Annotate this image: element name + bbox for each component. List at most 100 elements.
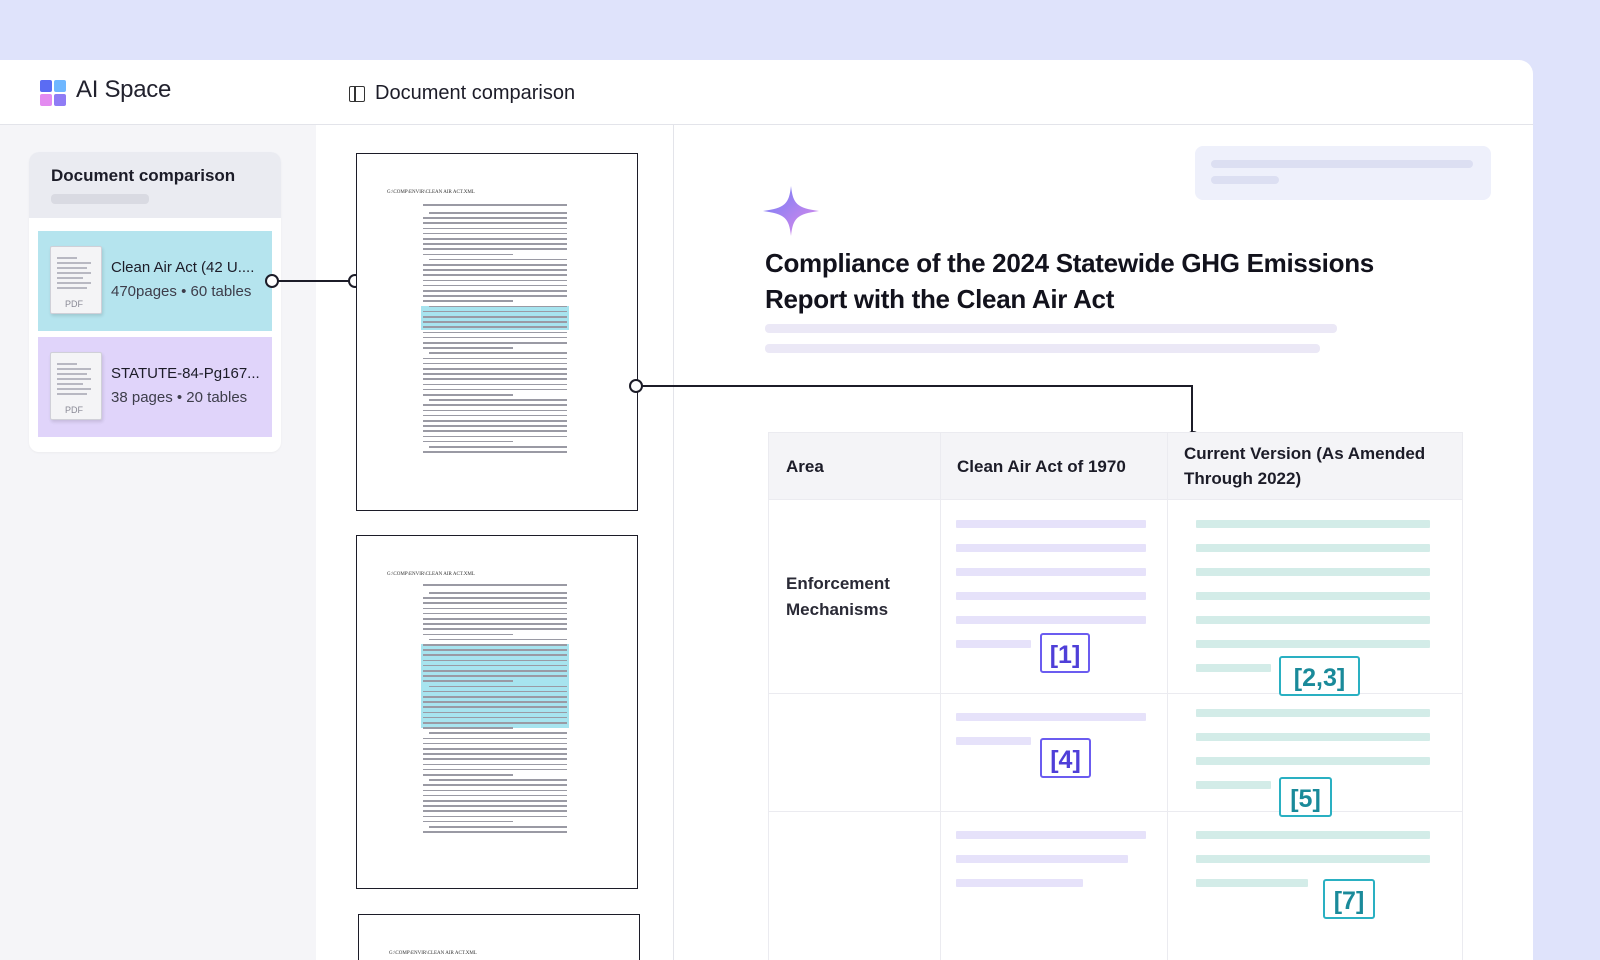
page-text-line	[423, 675, 567, 677]
page-text-line	[423, 815, 567, 818]
page-text-line	[423, 248, 567, 250]
page-text-line	[429, 305, 567, 308]
placeholder-line	[765, 344, 1320, 353]
page-text-line	[423, 321, 567, 323]
page-text-line	[423, 222, 567, 224]
page-text-line	[423, 217, 567, 219]
page-text-line	[423, 701, 567, 703]
page-text-line	[423, 425, 567, 427]
pdf-file-icon: PDF	[50, 352, 102, 420]
page-text-line	[423, 784, 567, 786]
connector-dot	[265, 274, 279, 288]
page-text-line	[423, 284, 567, 287]
page-text-line	[423, 774, 513, 776]
row-separator	[769, 811, 1462, 812]
citation-5[interactable]: [5]	[1279, 777, 1332, 817]
page-text-line	[423, 243, 567, 245]
page-text-line	[423, 800, 567, 802]
page-text-line	[423, 644, 567, 646]
file-meta: 470pages • 60 tables	[111, 283, 252, 300]
comparison-card-header: Document comparison	[29, 152, 281, 218]
file-item-clean-air-act[interactable]: PDF Clean Air Act (42 U.... 470pages • 6…	[38, 231, 272, 331]
citation-7[interactable]: [7]	[1323, 879, 1375, 919]
placeholder-line	[51, 194, 149, 204]
page-text-line	[423, 409, 567, 412]
page-text-line	[429, 399, 567, 401]
page-text-line	[423, 716, 567, 719]
page-text-line	[429, 638, 567, 641]
citation-2-3[interactable]: [2,3]	[1279, 656, 1360, 696]
citation-4[interactable]: [4]	[1040, 738, 1091, 778]
row-label-enforcement: Enforcement Mechanisms	[786, 574, 890, 619]
page-text-line	[423, 654, 567, 656]
page-text-line	[423, 763, 567, 766]
page-text-line	[423, 420, 567, 422]
page-text-line	[423, 238, 567, 240]
connector-line	[1191, 385, 1193, 437]
document-page-thumbnail[interactable]: G:\COMP\ENVIR\CLEAN AIR ACT.XML	[356, 153, 638, 511]
report-title: Compliance of the 2024 Statewide GHG Emi…	[765, 248, 1374, 314]
page-title: Document comparison	[375, 82, 576, 104]
page-text-line	[423, 232, 567, 235]
citation-1[interactable]: [1]	[1040, 633, 1090, 673]
page-text-line	[423, 394, 513, 396]
page-text-line	[423, 737, 567, 740]
brand-name: AI Space	[76, 76, 171, 103]
page-text-line	[423, 342, 567, 344]
column-divider	[673, 124, 674, 960]
page-text-line	[423, 362, 567, 365]
column-header-current: Current Version (As Amended Through 2022…	[1184, 444, 1426, 488]
page-text-line	[423, 820, 513, 823]
comparison-table: Area Clean Air Act of 1970 Current Versi…	[768, 432, 1463, 960]
page-text-line	[423, 711, 567, 714]
page-text-line	[429, 592, 567, 594]
page-text-line	[423, 378, 567, 380]
page-text-line	[423, 388, 567, 391]
document-page-thumbnail[interactable]: G:\COMP\ENVIR\CLEAN AIR ACT.XML	[356, 535, 638, 889]
document-page-thumbnail[interactable]: G:\COMP\ENVIR\CLEAN AIR ACT.XML	[358, 914, 640, 960]
connector-line	[278, 280, 356, 282]
connector-line	[640, 385, 1193, 387]
page-text-line	[423, 414, 567, 417]
page-text-line	[429, 826, 567, 828]
page-text-line	[423, 612, 567, 615]
page-text-line	[423, 451, 567, 453]
page-text-line	[423, 404, 567, 406]
page-text-line	[429, 352, 567, 354]
placeholder-badge	[1195, 146, 1491, 200]
page-text-line	[423, 706, 567, 708]
page-text-line	[423, 368, 567, 370]
page-text-line	[423, 618, 567, 620]
page-text-line	[423, 696, 567, 698]
connector-dot	[629, 379, 643, 393]
column-header-area: Area	[786, 457, 824, 476]
brand-row: AI Space	[0, 60, 316, 125]
file-name: STATUTE-84-Pg167...	[111, 365, 260, 382]
page-text-line	[423, 331, 567, 334]
page-text-line	[423, 310, 567, 313]
page-text-line	[423, 659, 567, 662]
pdf-file-icon: PDF	[50, 246, 102, 314]
page-text-line	[423, 758, 567, 760]
page-text-line	[423, 430, 567, 432]
page-text-line	[423, 633, 513, 636]
file-item-statute[interactable]: PDF STATUTE-84-Pg167... 38 pages • 20 ta…	[38, 337, 272, 437]
page-text-line	[423, 326, 567, 328]
page-text-line	[423, 831, 567, 833]
page-text-line	[423, 794, 567, 797]
page-text-line	[423, 295, 567, 297]
panel-toggle-icon[interactable]	[349, 86, 365, 102]
page-text-line	[423, 727, 513, 729]
ai-space-logo-icon	[40, 80, 66, 106]
comparison-card: Document comparison PDF Clean Air Act (4…	[29, 152, 281, 452]
page-text-line	[423, 316, 567, 318]
page-text-line	[423, 347, 513, 349]
page-text-line	[423, 440, 513, 443]
page-text-line	[423, 810, 567, 812]
page-text-line	[423, 279, 567, 282]
sparkle-icon	[763, 186, 819, 236]
page-text-line	[423, 748, 567, 750]
column-header-1970: Clean Air Act of 1970	[957, 457, 1126, 476]
left-panel: AI Space Document comparison PDF Clean A…	[0, 60, 316, 960]
page-text-line	[429, 732, 567, 734]
